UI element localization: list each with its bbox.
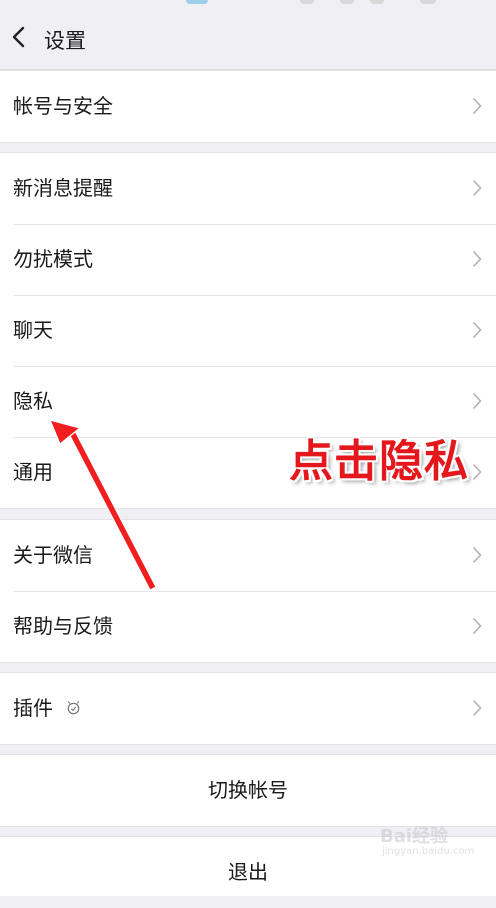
row-help-feedback[interactable]: 帮助与反馈 [0,591,496,662]
row-privacy[interactable]: 隐私 [0,366,496,437]
status-indicator [300,0,314,4]
chevron-right-icon [472,179,482,197]
settings-group-about: 关于微信 帮助与反馈 [0,519,496,663]
status-indicator [370,0,384,4]
row-new-message-notify[interactable]: 新消息提醒 [0,153,496,224]
watermark-site: jingyan.baidu.com [382,846,475,857]
chevron-right-icon [472,699,482,717]
row-label: 新消息提醒 [13,176,113,200]
chevron-right-icon [472,392,482,410]
annotation-text: 点击隐私 [289,436,469,487]
chevron-right-icon [472,463,482,481]
settings-group-plugins: 插件 [0,672,496,745]
chevron-left-icon [12,26,25,48]
logout-label: 退出 [228,860,268,884]
row-label: 隐私 [13,389,53,413]
chevron-right-icon [472,321,482,339]
status-indicator [186,0,208,4]
chevron-right-icon [472,546,482,564]
watermark-brand: Bai经验 [380,826,449,847]
chevron-right-icon [472,97,482,115]
switch-account-button[interactable]: 切换帐号 [0,755,496,826]
row-label: 通用 [13,460,53,484]
row-about-wechat[interactable]: 关于微信 [0,520,496,591]
switch-account-label: 切换帐号 [208,778,288,802]
chevron-right-icon [472,617,482,635]
page-title: 设置 [44,29,86,53]
row-label: 帮助与反馈 [13,614,113,638]
status-indicator [420,0,436,4]
nav-header: 设置 [0,8,496,70]
back-button[interactable] [6,22,34,52]
row-do-not-disturb[interactable]: 勿扰模式 [0,224,496,295]
row-label: 聊天 [13,318,53,342]
row-account-security[interactable]: 帐号与安全 [0,71,496,142]
plugin-badge-icon [67,701,80,715]
chevron-right-icon [472,250,482,268]
row-label: 插件 [13,696,53,720]
row-plugins[interactable]: 插件 [0,673,496,744]
watermark: Bai经验 jingyan.baidu.com [380,820,490,860]
row-label: 勿扰模式 [13,247,93,271]
row-label: 关于微信 [13,543,93,567]
settings-group-account: 帐号与安全 [0,70,496,143]
row-label: 帐号与安全 [13,94,113,118]
status-indicator [340,0,354,4]
status-bar [0,0,496,8]
switch-account-group: 切换帐号 [0,754,496,827]
row-chat[interactable]: 聊天 [0,295,496,366]
